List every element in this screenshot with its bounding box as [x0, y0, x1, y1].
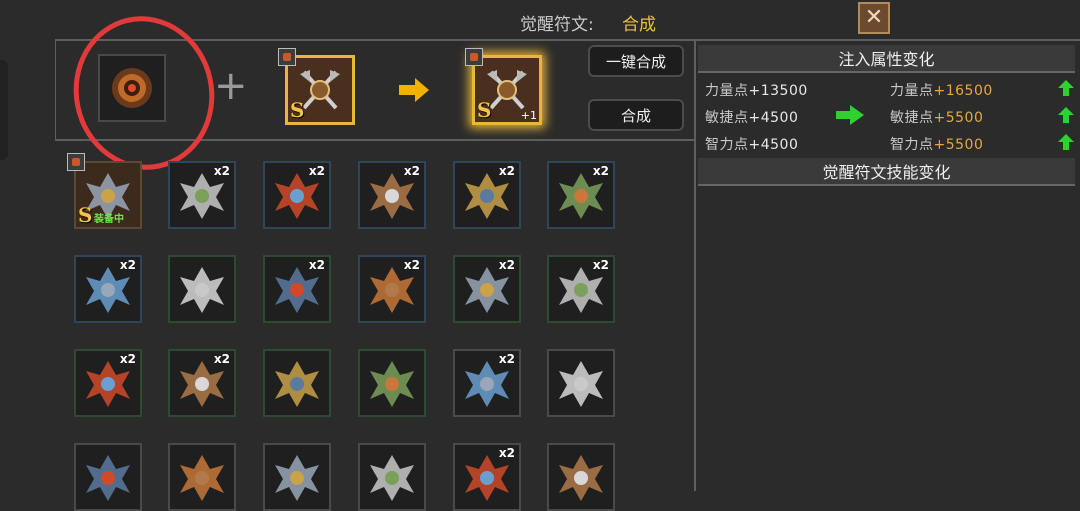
top-divider	[55, 39, 1080, 41]
count-badge: x2	[498, 258, 515, 272]
count-badge: x2	[592, 258, 609, 272]
rune-slot[interactable]: x2	[74, 349, 142, 417]
green-arrow-right-icon	[836, 105, 864, 125]
rune-slot[interactable]: x2	[263, 161, 331, 229]
rune-slot[interactable]: x2	[168, 161, 236, 229]
rune-emblem-icon	[370, 455, 414, 501]
one-click-synth-button[interactable]: 一键合成	[588, 45, 684, 77]
count-badge: x2	[498, 164, 515, 178]
header-label: 觉醒符文:	[520, 15, 594, 35]
rune-slot[interactable]	[358, 443, 426, 511]
panel-divider	[694, 40, 696, 491]
rune-emblem-icon	[275, 455, 319, 501]
count-badge: x2	[119, 258, 136, 272]
rune-slot[interactable]	[168, 443, 236, 511]
count-badge: x2	[119, 352, 136, 366]
rune-emblem-icon	[86, 455, 130, 501]
rune-emblem-icon	[559, 455, 603, 501]
synth-button[interactable]: 合成	[588, 99, 684, 131]
rune-slot[interactable]: x2	[358, 161, 426, 229]
ring-rune-icon	[112, 68, 152, 108]
close-x-icon: ✕	[864, 5, 884, 30]
count-badge: x2	[308, 258, 325, 272]
stat-strength-new: 力量点+16500	[890, 83, 993, 99]
rune-slot[interactable]: x2	[453, 443, 521, 511]
rune-slot[interactable]	[547, 349, 615, 417]
rune-slot[interactable]: x2	[453, 255, 521, 323]
rune-emblem-icon	[559, 361, 603, 407]
rune-slot[interactable]	[358, 349, 426, 417]
left-edge-tab[interactable]	[0, 60, 8, 160]
rune-slot[interactable]: x2	[263, 255, 331, 323]
material-slot[interactable]	[98, 54, 166, 122]
grade-letter: S	[477, 98, 492, 122]
skill-change-header: 觉醒符文技能变化	[698, 158, 1075, 186]
rune-type-icon	[67, 153, 85, 171]
rune-emblem-icon	[180, 267, 224, 313]
rune-slot[interactable]	[263, 349, 331, 417]
close-button[interactable]: ✕	[858, 2, 890, 34]
count-badge: x2	[213, 352, 230, 366]
count-badge: x2	[592, 164, 609, 178]
rune-slot[interactable]	[74, 443, 142, 511]
grade-letter: S	[78, 203, 93, 227]
left-border	[55, 40, 56, 140]
stat-intellect-old: 智力点+4500	[705, 137, 799, 153]
stat-agility-new: 敏捷点+5500	[890, 110, 984, 126]
plus-sign: +	[214, 63, 248, 109]
stat-intellect-new: 智力点+5500	[890, 137, 984, 153]
rune-slot[interactable]: x2	[74, 255, 142, 323]
rune-slot[interactable]: x2	[453, 349, 521, 417]
rune-emblem-icon	[370, 361, 414, 407]
equipped-label: 装备中	[94, 214, 124, 225]
stat-agility-old: 敏捷点+4500	[705, 110, 799, 126]
rune-slot[interactable]: x2	[547, 161, 615, 229]
rune-slot[interactable]	[168, 255, 236, 323]
up-arrow-icon	[1058, 134, 1074, 150]
header-mode: 合成	[622, 15, 656, 35]
rune-type-icon	[465, 48, 483, 66]
result-level: +1	[520, 109, 537, 122]
rune-slot[interactable]: x2	[547, 255, 615, 323]
synth-divider	[55, 139, 695, 141]
rune-emblem-icon	[275, 361, 319, 407]
count-badge: x2	[213, 164, 230, 178]
attr-change-header: 注入属性变化	[698, 45, 1075, 73]
arrow-right-icon	[399, 78, 429, 102]
count-badge: x2	[403, 258, 420, 272]
rune-slot[interactable]	[263, 443, 331, 511]
top-bar: 觉醒符文: 合成 ✕	[0, 0, 1080, 40]
up-arrow-icon	[1058, 80, 1074, 96]
rune-slot[interactable]: x2	[358, 255, 426, 323]
rune-emblem-icon	[180, 455, 224, 501]
count-badge: x2	[498, 352, 515, 366]
rune-type-icon	[278, 48, 296, 66]
up-arrow-icon	[1058, 107, 1074, 123]
count-badge: x2	[403, 164, 420, 178]
rune-slot[interactable]: S 装备中	[74, 161, 142, 229]
count-badge: x2	[308, 164, 325, 178]
stat-strength-old: 力量点+13500	[705, 83, 808, 99]
rune-slot[interactable]: x2	[453, 161, 521, 229]
grade-letter: S	[290, 98, 305, 122]
count-badge: x2	[498, 446, 515, 460]
rune-slot[interactable]: x2	[168, 349, 236, 417]
rune-slot[interactable]	[547, 443, 615, 511]
